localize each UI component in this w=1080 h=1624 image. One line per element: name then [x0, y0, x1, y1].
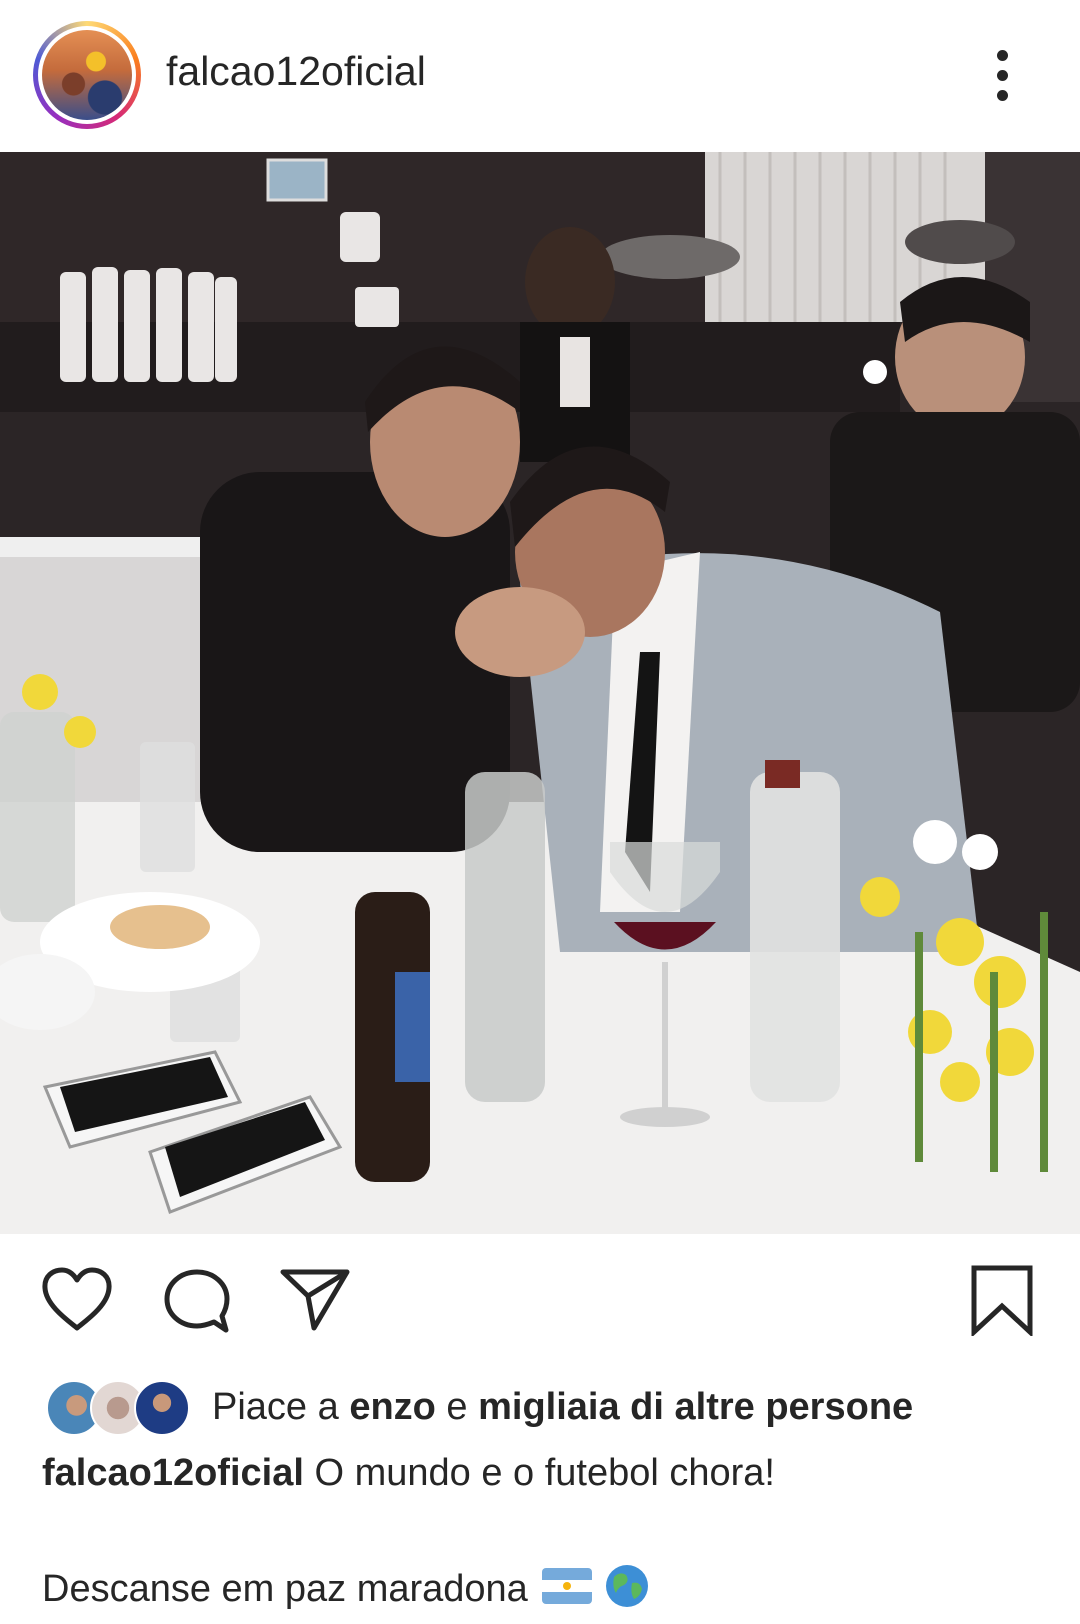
likes-user-link[interactable]: enzo [349, 1386, 436, 1428]
avatar-image [42, 30, 132, 120]
more-vertical-icon[interactable] [991, 50, 1015, 102]
likes-others-link[interactable]: migliaia di altre persone [478, 1386, 913, 1428]
comment-icon[interactable] [162, 1267, 232, 1340]
globe-icon [604, 1563, 650, 1619]
avatar-border [38, 26, 136, 124]
likes-summary[interactable]: Piace a enzo e migliaia di altre persone [212, 1386, 913, 1429]
post-header: falcao12oficial [0, 0, 1080, 152]
argentina-flag-icon [541, 1568, 592, 1614]
post-photo[interactable] [0, 152, 1080, 1234]
caption-line-2: Descanse em paz maradona [42, 1563, 650, 1619]
heart-icon[interactable] [40, 1266, 114, 1339]
likes-row: Piace a enzo e migliaia di altre persone [0, 1378, 1080, 1438]
caption: falcao12oficial O mundo e o futebol chor… [42, 1452, 775, 1495]
action-bar [0, 1234, 1080, 1354]
caption-line-2-text: Descanse em paz maradona [42, 1568, 528, 1611]
send-icon[interactable] [279, 1266, 351, 1339]
post-username[interactable]: falcao12oficial [166, 48, 426, 95]
likes-middle: e [435, 1386, 479, 1428]
bookmark-icon[interactable] [970, 1264, 1034, 1341]
liker-avatar [134, 1380, 190, 1436]
profile-avatar[interactable] [33, 21, 141, 129]
likes-prefix: Piace a [212, 1386, 350, 1428]
liker-avatars[interactable] [46, 1380, 190, 1436]
caption-username[interactable]: falcao12oficial [42, 1452, 304, 1494]
caption-text: O mundo e o futebol chora! [303, 1452, 775, 1494]
